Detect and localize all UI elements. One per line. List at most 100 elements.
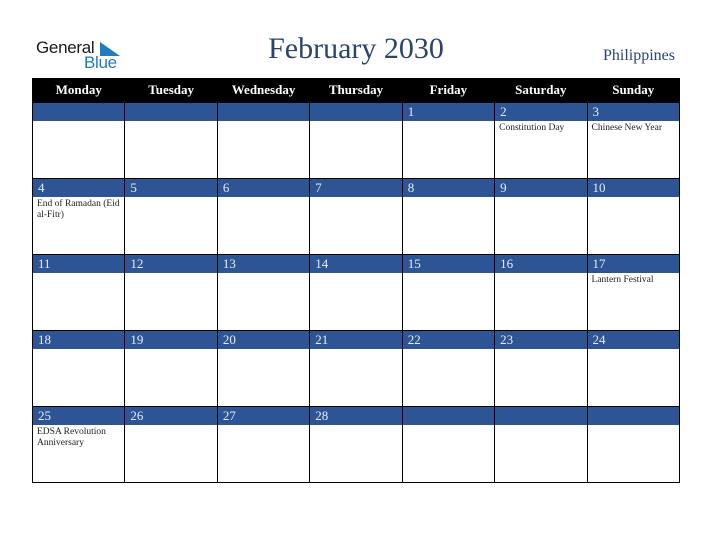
day-number: 20 (217, 331, 310, 349)
holiday-label (218, 121, 309, 123)
calendar-grid: Monday Tuesday Wednesday Thursday Friday… (31, 78, 681, 483)
weekday-header: Thursday (309, 78, 403, 103)
day-cell[interactable] (494, 406, 588, 483)
day-number (217, 103, 310, 121)
day-cell[interactable] (401, 406, 496, 483)
day-cell[interactable]: 28 (309, 406, 403, 483)
day-cell[interactable]: 21 (309, 330, 403, 407)
holiday-label (588, 425, 679, 427)
week-row: 18 19 20 21 22 23 24 (31, 330, 681, 407)
day-number: 16 (495, 255, 587, 273)
country-label: Philippines (602, 47, 675, 64)
day-number (402, 407, 495, 425)
holiday-label (310, 273, 401, 275)
day-number: 21 (310, 331, 402, 349)
holiday-label (125, 273, 216, 275)
holiday-label (310, 197, 401, 199)
day-cell[interactable]: 8 (401, 178, 496, 255)
day-number (495, 407, 587, 425)
day-cell[interactable]: 14 (309, 254, 403, 331)
day-number: 4 (33, 179, 125, 197)
day-cell[interactable] (31, 102, 126, 179)
holiday-label (218, 349, 309, 351)
day-cell[interactable]: 22 (401, 330, 496, 407)
holiday-label (403, 197, 494, 199)
day-cell[interactable]: 6 (216, 178, 311, 255)
holiday-label: Chinese New Year (591, 123, 662, 133)
holiday-label (33, 273, 124, 275)
day-number: 7 (310, 179, 402, 197)
day-cell[interactable] (216, 102, 311, 179)
day-number: 14 (310, 255, 402, 273)
day-cell[interactable] (309, 102, 403, 179)
day-cell[interactable] (586, 406, 681, 483)
holiday-label (218, 425, 309, 427)
day-cell[interactable]: 27 (216, 406, 311, 483)
day-number: 9 (495, 179, 587, 197)
day-cell[interactable]: 11 (31, 254, 126, 331)
holiday-label (310, 121, 401, 123)
day-cell[interactable]: 5 (124, 178, 218, 255)
day-number (33, 103, 125, 121)
day-number: 10 (587, 179, 679, 197)
holiday-label (495, 197, 586, 199)
day-cell[interactable]: 3 Chinese New Year (586, 102, 681, 179)
day-cell[interactable]: 20 (216, 330, 311, 407)
day-number: 23 (495, 331, 587, 349)
week-row: 4 End of Ramadan (Eid al-Fitr) 5 6 7 8 9 10 (31, 178, 681, 255)
day-cell[interactable]: 19 (124, 330, 218, 407)
holiday-label (125, 349, 216, 351)
holiday-label (33, 121, 124, 123)
day-number: 6 (217, 179, 310, 197)
day-cell[interactable]: 26 (124, 406, 218, 483)
day-number (310, 103, 402, 121)
day-number: 18 (33, 331, 125, 349)
day-cell[interactable]: 17 Lantern Festival (586, 254, 681, 331)
week-row: 25 EDSA Revolution Anniversary 26 27 28 (31, 406, 681, 483)
day-cell[interactable]: 4 End of Ramadan (Eid al-Fitr) (31, 178, 126, 255)
day-number: 12 (125, 255, 217, 273)
holiday-label (403, 273, 494, 275)
day-number: 11 (33, 255, 125, 273)
day-number: 13 (217, 255, 310, 273)
day-number: 24 (587, 331, 679, 349)
day-cell[interactable]: 16 (494, 254, 588, 331)
day-number (125, 103, 217, 121)
day-cell[interactable]: 25 EDSA Revolution Anniversary (31, 406, 126, 483)
day-number: 3 (587, 103, 679, 121)
holiday-label (495, 425, 586, 427)
holiday-label: Constitution Day (499, 123, 565, 133)
day-cell[interactable]: 15 (401, 254, 496, 331)
day-number: 22 (402, 331, 495, 349)
holiday-label (125, 425, 216, 427)
day-cell[interactable]: 9 (494, 178, 588, 255)
weekday-header: Tuesday (124, 78, 218, 103)
week-row: 1 2 Constitution Day 3 Chinese New Year (31, 102, 681, 179)
weekday-header: Saturday (494, 78, 588, 103)
holiday-label (403, 121, 494, 123)
weekday-header: Friday (401, 78, 496, 103)
day-cell[interactable]: 1 (401, 102, 496, 179)
holiday-label (218, 273, 309, 275)
day-cell[interactable]: 10 (586, 178, 681, 255)
holiday-label: Lantern Festival (591, 275, 654, 285)
holiday-label (495, 273, 586, 275)
day-cell[interactable]: 7 (309, 178, 403, 255)
day-cell[interactable]: 18 (31, 330, 126, 407)
day-cell[interactable]: 24 (586, 330, 681, 407)
day-cell[interactable]: 13 (216, 254, 311, 331)
day-number: 27 (217, 407, 310, 425)
day-cell[interactable]: 2 Constitution Day (494, 102, 588, 179)
day-cell[interactable]: 12 (124, 254, 218, 331)
weekday-header-row: Monday Tuesday Wednesday Thursday Friday… (31, 78, 681, 103)
weekday-header: Wednesday (216, 78, 311, 103)
holiday-label (218, 197, 309, 199)
day-cell[interactable] (124, 102, 218, 179)
holiday-label (495, 349, 586, 351)
day-cell[interactable]: 23 (494, 330, 588, 407)
holiday-label (403, 349, 494, 351)
day-number: 17 (587, 255, 679, 273)
day-number: 1 (402, 103, 495, 121)
holiday-label (125, 121, 216, 123)
day-number: 15 (402, 255, 495, 273)
